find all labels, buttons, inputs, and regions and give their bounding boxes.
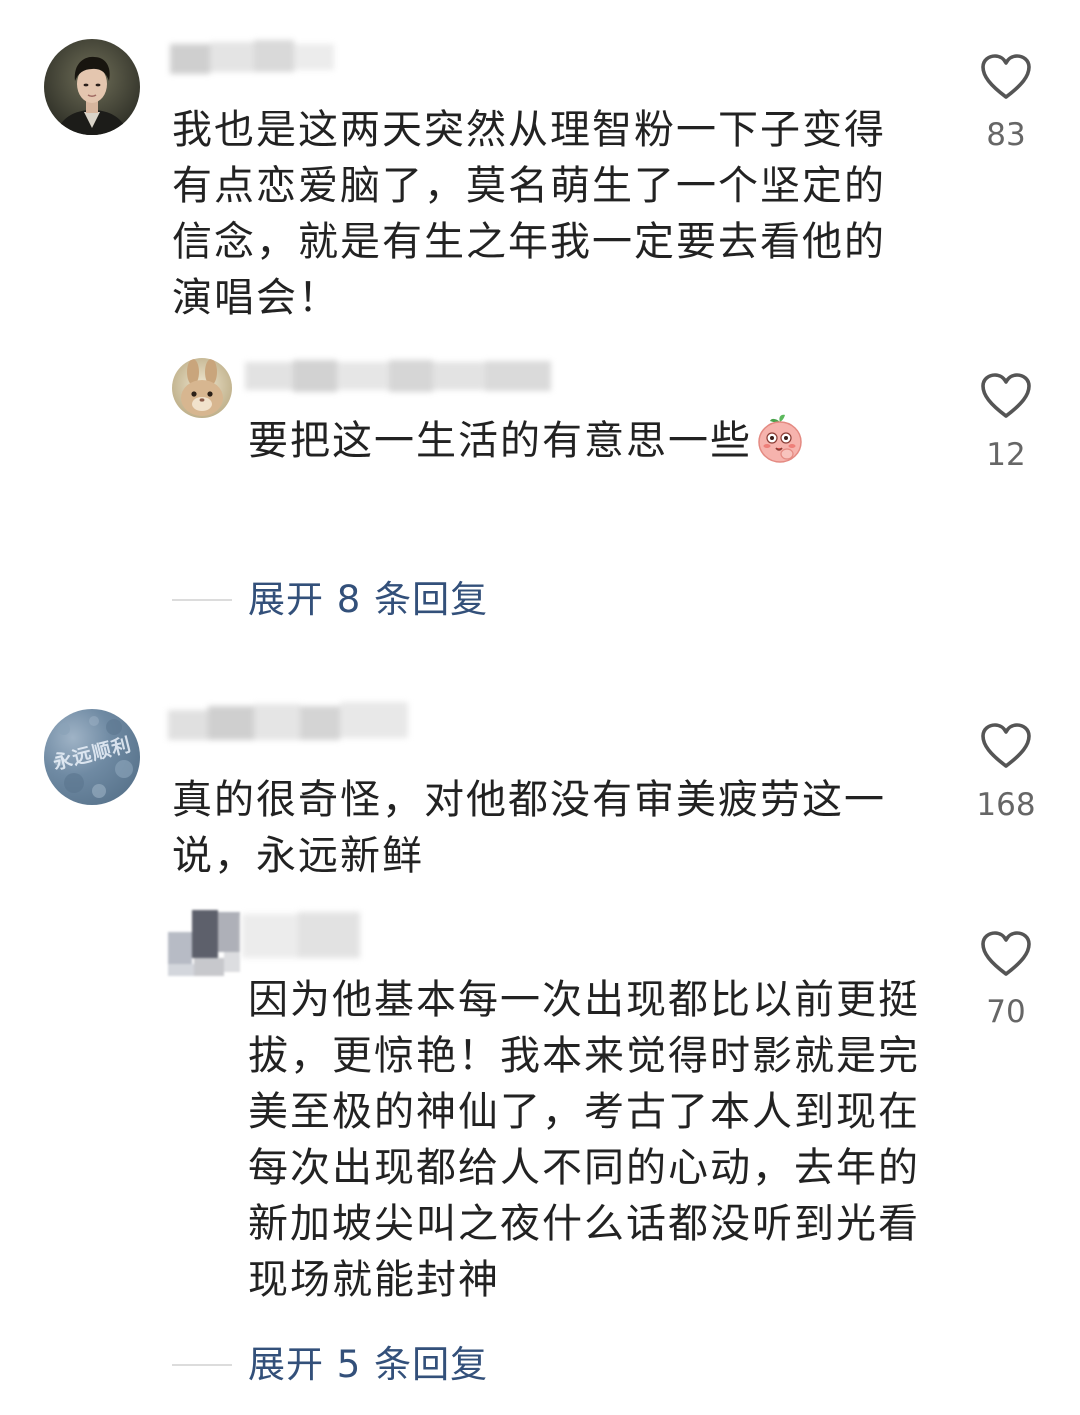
- expand-replies-button[interactable]: 展开 8 条回复: [248, 578, 488, 622]
- replier-avatar[interactable]: [172, 358, 232, 418]
- reply-text: 因为他基本每一次出现都比以前更挺拔，更惊艳！我本来觉得时影就是完美至极的神仙了，…: [248, 977, 920, 1303]
- heart-outline-icon[interactable]: [980, 372, 1032, 420]
- username-blurred[interactable]: [242, 910, 362, 962]
- commenter-avatar[interactable]: 永远顺利: [44, 709, 140, 805]
- comment-text: 我也是这两天突然从理智粉一下子变得有点恋爱脑了，莫名萌生了一个坚定的信念，就是有…: [172, 107, 886, 321]
- heart-outline-icon[interactable]: [980, 930, 1032, 978]
- comment-section: 我也是这两天突然从理智粉一下子变得有点恋爱脑了，莫名萌生了一个坚定的信念，就是有…: [0, 0, 1080, 1415]
- comment-text: 真的很奇怪，对他都没有审美疲劳这一说，永远新鲜: [172, 777, 886, 879]
- heart-outline-icon[interactable]: [980, 53, 1032, 101]
- username-blurred[interactable]: [245, 358, 553, 394]
- expand-divider: [172, 599, 232, 601]
- like-count: 83: [986, 117, 1026, 153]
- commenter-avatar[interactable]: [44, 39, 140, 135]
- peach-face-emoji: [754, 412, 806, 464]
- username-blurred[interactable]: [168, 698, 410, 746]
- like-count: 12: [986, 437, 1026, 473]
- like-count: 70: [986, 994, 1026, 1030]
- heart-outline-icon[interactable]: [980, 722, 1032, 770]
- reply-text: 要把这一生活的有意思一些: [248, 412, 948, 469]
- replier-avatar[interactable]: [168, 910, 240, 976]
- expand-divider: [172, 1364, 232, 1366]
- expand-replies-button[interactable]: 展开 5 条回复: [248, 1343, 488, 1387]
- reply-text-content: 要把这一生活的有意思一些: [248, 418, 752, 464]
- like-count: 168: [976, 787, 1036, 823]
- username-blurred[interactable]: [170, 38, 336, 78]
